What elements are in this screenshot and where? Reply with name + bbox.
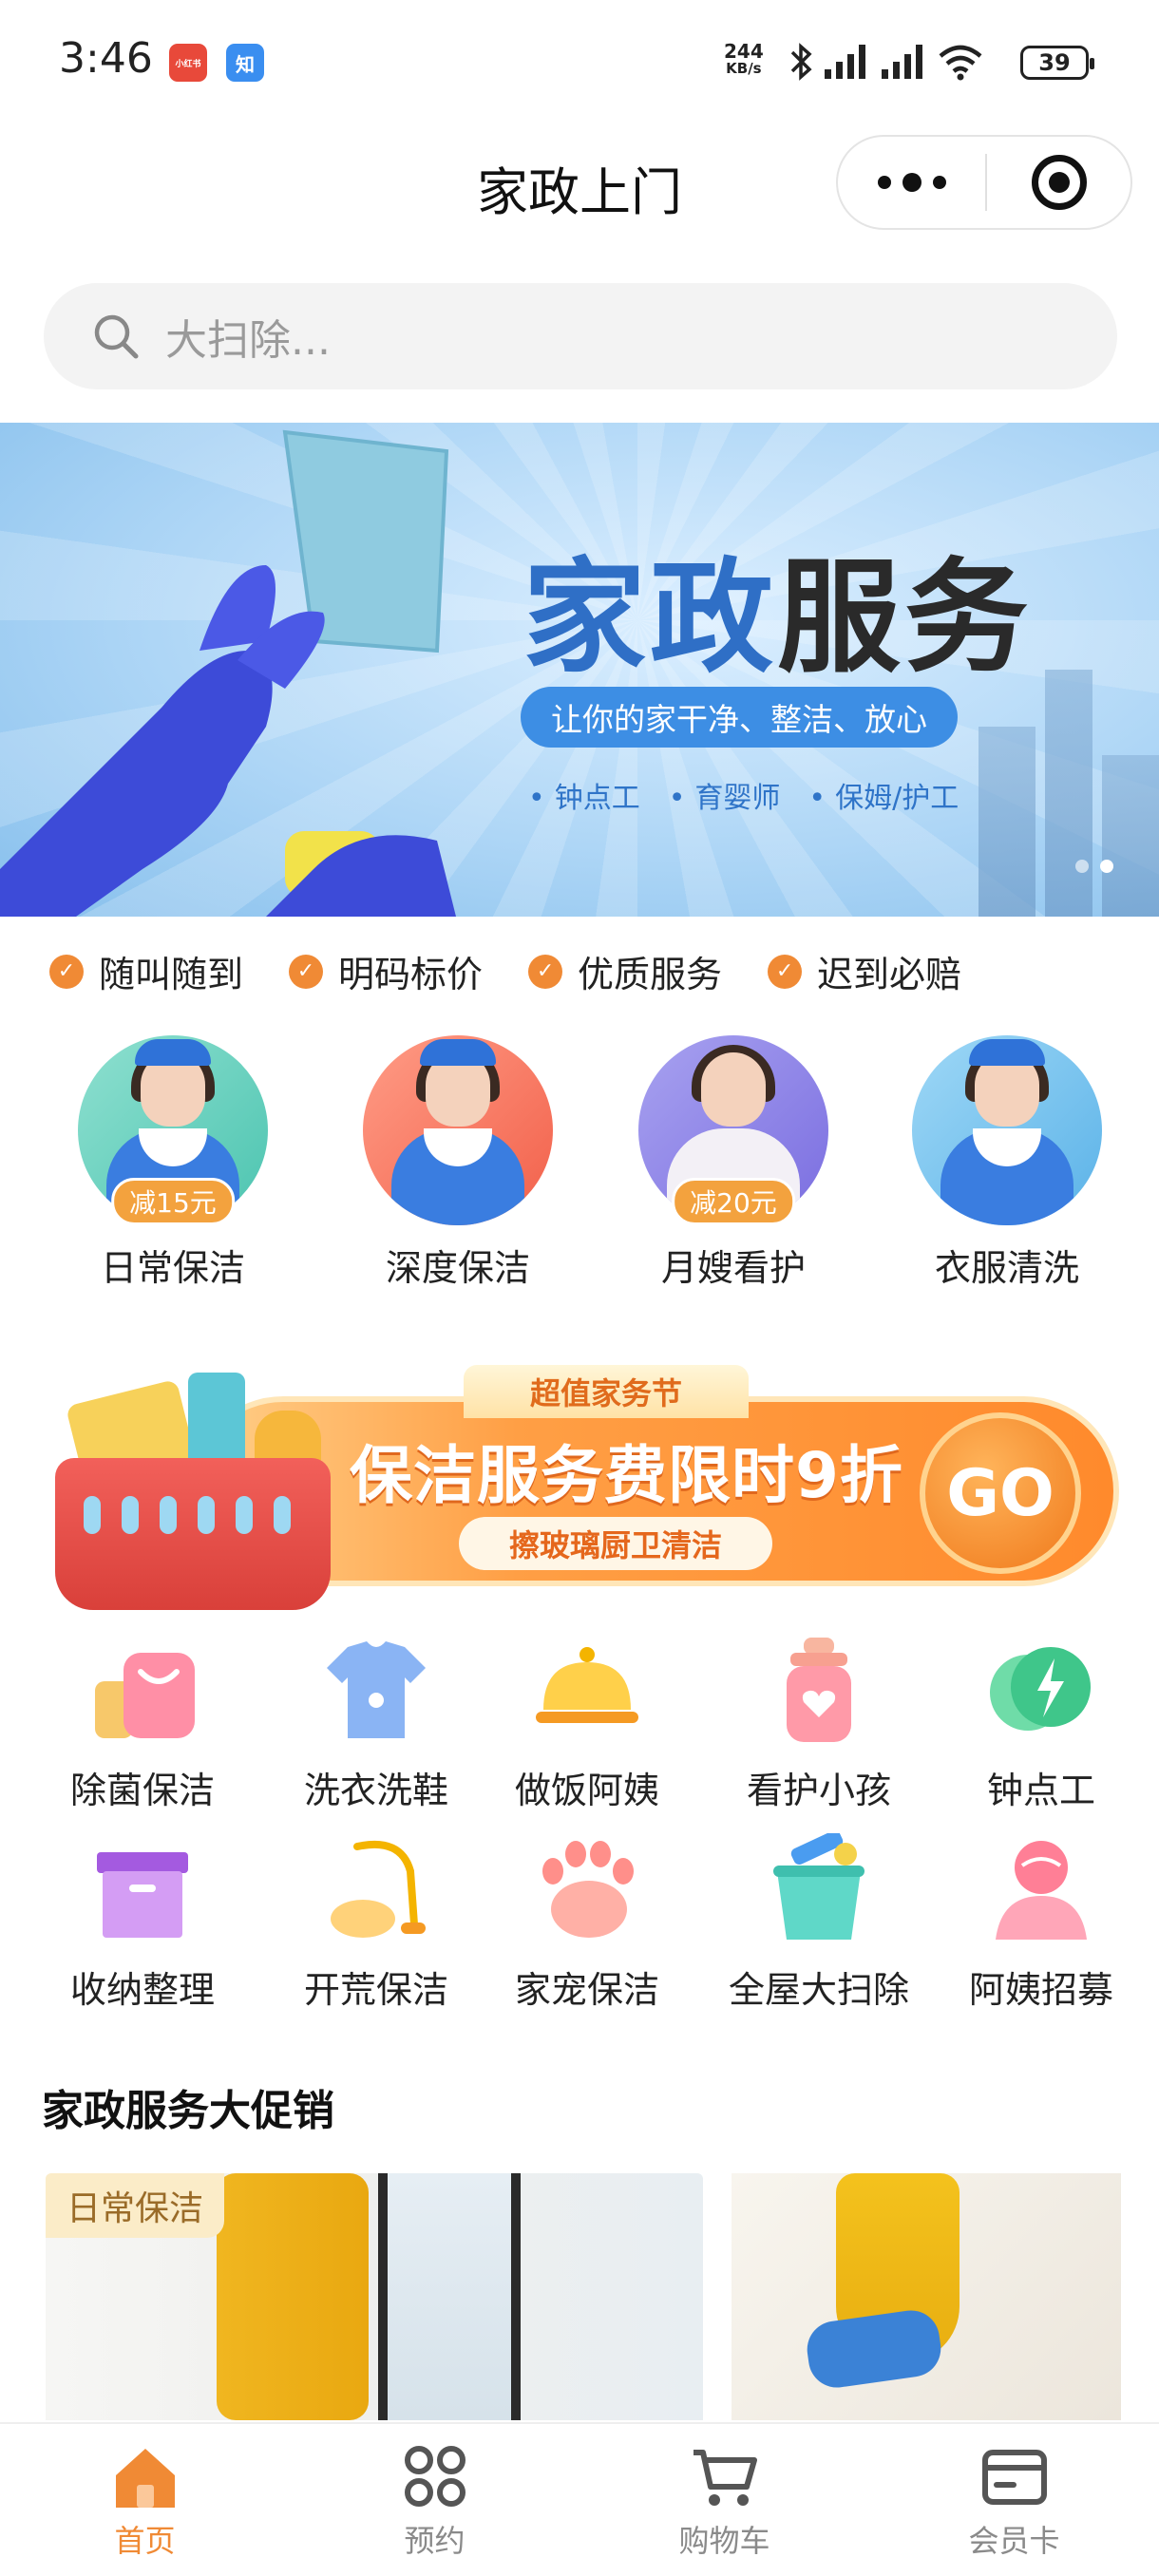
card-icon xyxy=(981,2450,1047,2505)
promo-tab: 超值家务节 xyxy=(464,1365,749,1418)
banner-tag: 育婴师 xyxy=(669,774,780,816)
category-item[interactable]: 全屋大扫除 xyxy=(705,1829,933,2013)
service-label: 日常保洁 xyxy=(100,1247,245,1289)
more-dot-icon xyxy=(877,176,891,189)
guarantee-bar: ✓ 随叫随到 ✓ 明码标价 ✓ 优质服务 ✓ 迟到必赔 xyxy=(49,945,1007,997)
bag-icon xyxy=(95,1653,195,1738)
shirt-icon xyxy=(327,1641,426,1738)
promo-title: 保洁服务费限时9折 xyxy=(350,1439,903,1512)
banner-slogan: 让你的家干净、整洁、放心 xyxy=(521,687,958,748)
banner-title-part1: 家政 xyxy=(522,544,778,690)
category-item[interactable]: 收纳整理 xyxy=(28,1833,256,2013)
bottom-nav: 首页 预约 购物车 会员卡 xyxy=(0,2422,1159,2576)
more-button[interactable] xyxy=(838,137,985,228)
service-avatar xyxy=(363,1035,553,1225)
recruit-icon xyxy=(996,1841,1087,1940)
nav-booking[interactable]: 预约 xyxy=(290,2424,580,2576)
banner-title: 家政服务 xyxy=(522,518,1032,696)
battery-indicator: 39 xyxy=(1020,46,1094,80)
bluetooth-icon xyxy=(790,43,812,81)
carousel-dots xyxy=(1075,860,1113,873)
promo-card[interactable] xyxy=(732,2173,1121,2420)
lightning-icon xyxy=(990,1647,1091,1731)
zhihu-notification-icon: 知 xyxy=(226,44,264,82)
banner-title-part2: 服务 xyxy=(777,544,1033,690)
status-time: 3:46 xyxy=(59,34,153,83)
search-input[interactable]: 大扫除... xyxy=(44,283,1117,389)
category-item[interactable]: 阿姨招募 xyxy=(927,1833,1155,2013)
discount-badge: 减20元 xyxy=(672,1178,795,1225)
discount-badge: 减15元 xyxy=(111,1178,235,1225)
service-daily-cleaning[interactable]: 减15元 日常保洁 xyxy=(59,1035,287,1291)
service-laundry[interactable]: 衣服清洗 xyxy=(893,1035,1121,1291)
paw-icon xyxy=(542,1841,634,1938)
check-icon: ✓ xyxy=(49,954,84,989)
go-button[interactable]: GO xyxy=(920,1412,1081,1574)
glove-hand-illustration xyxy=(0,429,456,917)
category-item[interactable]: 除菌保洁 xyxy=(28,1634,256,1813)
category-item[interactable]: 家宠保洁 xyxy=(473,1833,701,2013)
cloth-illustration xyxy=(803,2306,945,2392)
signal-icon-2 xyxy=(882,45,922,79)
service-deep-cleaning[interactable]: 深度保洁 xyxy=(344,1035,572,1291)
nav-home[interactable]: 首页 xyxy=(0,2424,290,2576)
category-item[interactable]: 开荒保洁 xyxy=(262,1833,490,2013)
vacuum-icon xyxy=(331,1840,426,1938)
service-label: 深度保洁 xyxy=(385,1247,530,1289)
window-illustration xyxy=(378,2173,521,2420)
service-label: 衣服清洗 xyxy=(934,1247,1079,1289)
home-icon xyxy=(115,2449,175,2508)
service-label: 月嫂看护 xyxy=(660,1247,806,1289)
category-item[interactable]: 做饭阿姨 xyxy=(473,1634,701,1813)
cloche-icon xyxy=(536,1647,638,1723)
nav-cart[interactable]: 购物车 xyxy=(580,2424,869,2576)
cart-icon xyxy=(693,2450,757,2506)
network-speed: 244 KB/s xyxy=(724,42,764,76)
banner-tag: 钟点工 xyxy=(528,774,640,816)
miniprogram-capsule xyxy=(836,135,1132,230)
service-avatar xyxy=(912,1035,1102,1225)
check-icon: ✓ xyxy=(768,954,803,989)
card-tag: 日常保洁 xyxy=(46,2173,225,2238)
apron-illustration xyxy=(217,2173,369,2420)
basket-icon xyxy=(55,1373,331,1610)
bucket-icon xyxy=(773,1829,864,1940)
more-dot-icon xyxy=(932,176,946,189)
banner-tags: 钟点工 育婴师 保姆/护工 xyxy=(528,774,960,816)
search-icon xyxy=(94,314,139,359)
grid-icon xyxy=(404,2446,466,2507)
promo-banner[interactable]: 超值家务节 保洁服务费限时9折 擦玻璃厨卫清洁 GO xyxy=(46,1354,1119,1610)
wifi-icon xyxy=(939,45,982,81)
search-placeholder: 大扫除... xyxy=(165,316,331,365)
more-dot-icon xyxy=(902,173,922,192)
network-speed-unit: KB/s xyxy=(726,60,762,77)
guarantee-item: ✓ 优质服务 xyxy=(528,945,722,997)
featured-services: 减15元 日常保洁 深度保洁 减20元 月嫂看护 衣服清洗 xyxy=(0,1035,1159,1301)
service-maternity-care[interactable]: 减20元 月嫂看护 xyxy=(619,1035,847,1291)
category-item[interactable]: 洗衣洗鞋 xyxy=(262,1634,490,1813)
promo-subtitle: 擦玻璃厨卫清洁 xyxy=(459,1517,772,1570)
signal-icon xyxy=(825,45,865,79)
guarantee-item: ✓ 迟到必赔 xyxy=(768,945,961,997)
status-bar: 3:46 小红书 知 244 KB/s 39 xyxy=(0,0,1159,123)
check-icon: ✓ xyxy=(289,954,324,989)
network-speed-value: 244 xyxy=(724,40,764,63)
close-miniprogram-button[interactable] xyxy=(987,137,1130,228)
target-icon xyxy=(1031,155,1087,210)
hero-banner[interactable]: 家政服务 让你的家干净、整洁、放心 钟点工 育婴师 保姆/护工 xyxy=(0,423,1159,917)
guarantee-item: ✓ 明码标价 xyxy=(289,945,483,997)
banner-tag: 保姆/护工 xyxy=(808,774,959,816)
nav-member-card[interactable]: 会员卡 xyxy=(869,2424,1159,2576)
status-icons xyxy=(788,38,984,85)
banner-buildings xyxy=(969,660,1159,917)
baby-bottle-icon xyxy=(787,1638,851,1742)
guarantee-item: ✓ 随叫随到 xyxy=(49,945,243,997)
category-item[interactable]: 钟点工 xyxy=(927,1634,1155,1813)
storage-box-icon xyxy=(97,1852,188,1938)
category-item[interactable]: 看护小孩 xyxy=(705,1634,933,1813)
xiaohongshu-notification-icon: 小红书 xyxy=(169,44,207,82)
section-title: 家政服务大促销 xyxy=(42,2087,334,2135)
check-icon: ✓ xyxy=(528,954,563,989)
promo-card[interactable]: 日常保洁 xyxy=(46,2173,703,2420)
